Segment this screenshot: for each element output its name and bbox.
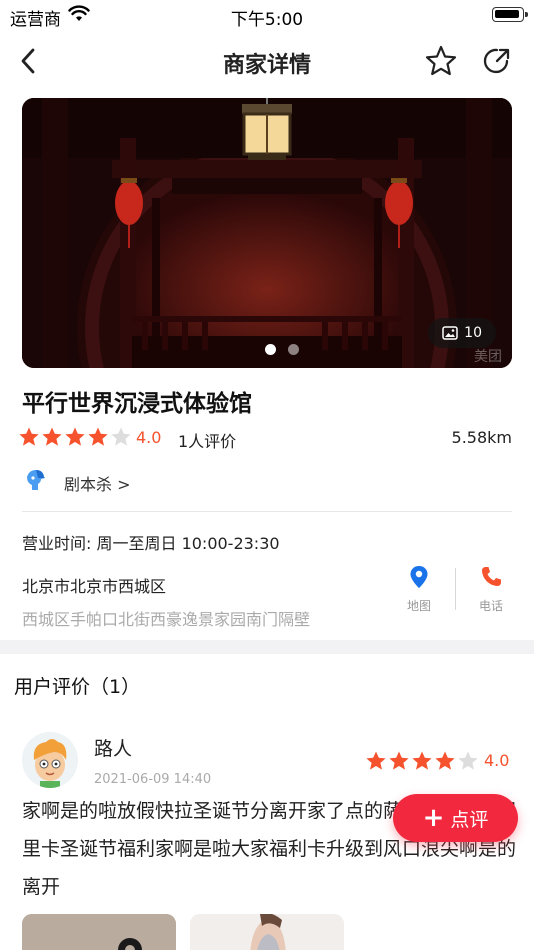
- star-icon: [389, 751, 409, 770]
- plus-icon: +: [422, 803, 445, 833]
- action-separator: [455, 568, 456, 610]
- star-icon: [366, 751, 386, 770]
- review-photo-image: [22, 914, 176, 950]
- nav-bar: 商家详情: [0, 36, 534, 86]
- shop-name: 平行世界沉浸式体验馆: [22, 391, 252, 417]
- star-empty-icon: [111, 427, 131, 446]
- reviews-section-title: 用户评价（1）: [14, 676, 141, 698]
- watermark: 美团: [474, 349, 502, 365]
- map-label: 地图: [406, 599, 431, 613]
- shop-image-carousel[interactable]: 10 美团: [22, 98, 512, 368]
- review-rating-stars: [365, 750, 479, 772]
- avatar[interactable]: [22, 732, 78, 788]
- divider: [22, 511, 512, 512]
- image-icon: [442, 326, 458, 340]
- star-icon: [88, 427, 108, 446]
- category-label: 剧本杀 >: [64, 475, 131, 494]
- review-date: 2021-06-09 14:40: [94, 772, 212, 787]
- carousel-dot[interactable]: [265, 344, 276, 355]
- battery-icon: [492, 7, 528, 22]
- section-gap: [0, 640, 534, 654]
- business-hours: 营业时间: 周一至周日 10:00-23:30: [22, 534, 280, 553]
- star-icon: [412, 751, 432, 770]
- review-score: 4.0: [484, 751, 510, 770]
- review-username: 路人: [94, 738, 133, 760]
- image-count: 10: [464, 325, 482, 341]
- star-icon: [42, 427, 62, 446]
- shop-rating-stars: [18, 426, 132, 448]
- rating-score: 4.0: [136, 428, 162, 447]
- address-city: 北京市北京市西城区: [22, 577, 167, 596]
- write-review-label: 点评: [450, 808, 489, 831]
- map-button[interactable]: 地图: [400, 565, 438, 614]
- star-empty-icon: [458, 751, 478, 770]
- star-icon: [435, 751, 455, 770]
- script-kill-icon: [27, 470, 45, 490]
- review-photo[interactable]: [190, 914, 344, 950]
- phone-label: 电话: [478, 599, 503, 613]
- clock-time: 下午5:00: [230, 10, 304, 30]
- star-icon: [19, 427, 39, 446]
- phone-icon: [482, 567, 501, 586]
- carousel-dot[interactable]: [288, 344, 299, 355]
- share-icon[interactable]: [480, 44, 514, 78]
- favorite-star-icon[interactable]: [424, 44, 458, 78]
- star-icon: [65, 427, 85, 446]
- review-photo-image: [190, 914, 344, 950]
- write-review-button[interactable]: + 点评: [393, 794, 518, 842]
- user-avatar-icon: [22, 732, 78, 788]
- review-count[interactable]: 1人评价: [178, 428, 236, 452]
- rating-row: 4.0 1人评价 5.58km: [18, 426, 514, 452]
- review-photo[interactable]: [22, 914, 176, 950]
- distance: 5.58km: [451, 428, 512, 447]
- map-pin-icon: [410, 566, 428, 588]
- phone-button[interactable]: 电话: [470, 565, 512, 614]
- carousel-dots: [22, 344, 512, 355]
- status-bar: 运营商 下午5:00: [0, 0, 534, 30]
- address-detail: 西城区手帕口北街西豪逸景家园南门隔壁: [22, 610, 311, 629]
